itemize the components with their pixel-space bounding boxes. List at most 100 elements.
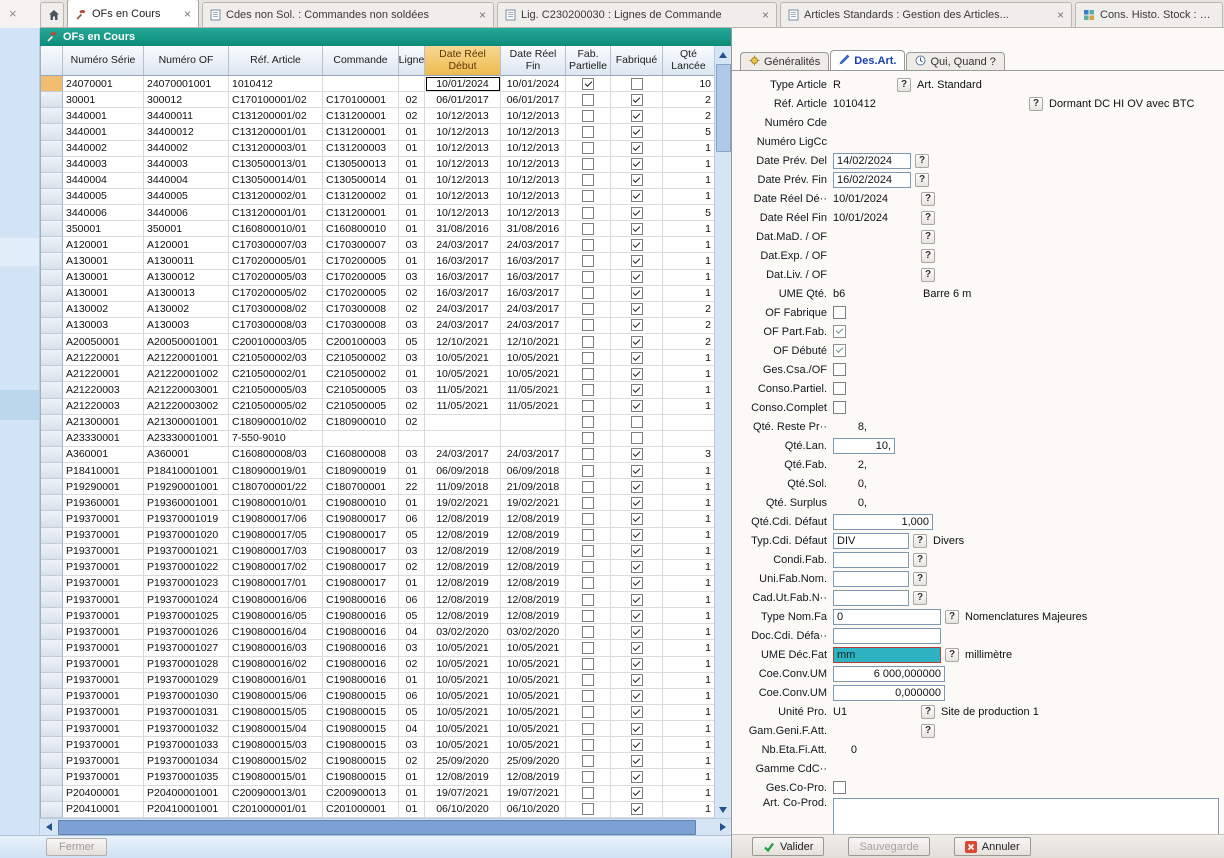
fabrique-checkbox[interactable] <box>631 368 643 380</box>
cell-commande[interactable]: C190800017 <box>323 576 399 592</box>
row-selector-cell[interactable] <box>41 495 63 511</box>
cell-date_fin[interactable]: 19/07/2021 <box>501 786 566 802</box>
cell-fab_partielle[interactable] <box>566 640 611 656</box>
cell-commande[interactable]: C131200001 <box>323 108 399 124</box>
cell-fabrique[interactable] <box>611 576 663 592</box>
cell-commande[interactable]: C190800015 <box>323 705 399 721</box>
cell-ref_article[interactable]: C190800010/01 <box>229 495 323 511</box>
cell-fabrique[interactable] <box>611 108 663 124</box>
cell-date_debut[interactable]: 12/08/2019 <box>425 560 501 576</box>
cell-ligne[interactable]: 03 <box>399 544 425 560</box>
cell-qte_lancee[interactable]: 1 <box>663 286 715 302</box>
cell-numero_serie[interactable]: P18410001 <box>63 463 144 479</box>
cell-numero_of[interactable]: P19370001025 <box>144 608 229 624</box>
cell-date_fin[interactable]: 24/03/2017 <box>501 447 566 463</box>
cell-date_debut[interactable]: 10/12/2013 <box>425 173 501 189</box>
cell-date_debut[interactable] <box>425 415 501 431</box>
cell-date_debut[interactable]: 10/12/2013 <box>425 141 501 157</box>
cell-numero_serie[interactable]: P20400001 <box>63 786 144 802</box>
row-selector-cell[interactable] <box>41 253 63 269</box>
cell-ligne[interactable]: 01 <box>399 463 425 479</box>
cell-numero_of[interactable]: 34400011 <box>144 108 229 124</box>
cell-numero_serie[interactable]: P19370001 <box>63 528 144 544</box>
row-selector-cell[interactable] <box>41 511 63 527</box>
cell-date_debut[interactable]: 11/05/2021 <box>425 399 501 415</box>
cell-fabrique[interactable] <box>611 544 663 560</box>
cell-date_fin[interactable]: 10/01/2024 <box>501 76 566 92</box>
cell-ligne[interactable]: 03 <box>399 737 425 753</box>
cell-date_debut[interactable]: 12/08/2019 <box>425 608 501 624</box>
cell-commande[interactable]: C170200005 <box>323 270 399 286</box>
cell-commande[interactable]: C190800017 <box>323 511 399 527</box>
cell-numero_of[interactable]: P18410001001 <box>144 463 229 479</box>
cell-date_debut[interactable]: 12/08/2019 <box>425 544 501 560</box>
cell-commande[interactable]: C160800010 <box>323 221 399 237</box>
cell-ref_article[interactable]: C190800017/06 <box>229 511 323 527</box>
sauvegarde-button[interactable]: Sauvegarde <box>848 837 929 856</box>
fabrique-checkbox[interactable] <box>631 690 643 702</box>
fabrique-checkbox[interactable] <box>631 78 643 90</box>
cell-qte_lancee[interactable]: 1 <box>663 753 715 769</box>
cell-ref_article[interactable]: C210500002/01 <box>229 366 323 382</box>
scroll-down-button[interactable] <box>715 801 732 818</box>
cell-ref_article[interactable]: C190800015/04 <box>229 721 323 737</box>
tab-ofs-en-cours[interactable]: OFs en Cours× <box>67 0 199 27</box>
cell-numero_serie[interactable]: P19370001 <box>63 657 144 673</box>
cell-fabrique[interactable] <box>611 189 663 205</box>
cell-fab_partielle[interactable] <box>566 334 611 350</box>
cell-numero_serie[interactable]: 3440002 <box>63 141 144 157</box>
cell-fabrique[interactable] <box>611 753 663 769</box>
cell-date_fin[interactable]: 12/08/2019 <box>501 608 566 624</box>
cell-ligne[interactable]: 02 <box>399 302 425 318</box>
cell-ligne[interactable]: 03 <box>399 382 425 398</box>
cell-numero_of[interactable]: P19370001032 <box>144 721 229 737</box>
cell-date_debut[interactable]: 06/10/2020 <box>425 802 501 818</box>
ges-csa-of-checkbox[interactable] <box>833 363 846 376</box>
fab-partielle-checkbox[interactable] <box>582 223 594 235</box>
fabrique-checkbox[interactable] <box>631 755 643 767</box>
cell-qte_lancee[interactable]: 2 <box>663 92 715 108</box>
scroll-up-button[interactable] <box>715 46 732 63</box>
row-selector-cell[interactable] <box>41 576 63 592</box>
cell-ligne[interactable]: 01 <box>399 173 425 189</box>
fabrique-checkbox[interactable] <box>631 481 643 493</box>
cell-date_debut[interactable]: 12/08/2019 <box>425 528 501 544</box>
cell-fab_partielle[interactable] <box>566 673 611 689</box>
cell-commande[interactable]: C190800016 <box>323 657 399 673</box>
fab-partielle-checkbox[interactable] <box>582 529 594 541</box>
cell-fab_partielle[interactable] <box>566 786 611 802</box>
help-button[interactable]: ? <box>1029 97 1043 111</box>
cell-qte_lancee[interactable]: 1 <box>663 689 715 705</box>
cell-fabrique[interactable] <box>611 786 663 802</box>
tab-home[interactable] <box>40 2 64 27</box>
cell-date_fin[interactable]: 24/03/2017 <box>501 237 566 253</box>
cell-commande[interactable]: C170200005 <box>323 253 399 269</box>
cell-commande[interactable]: C190800016 <box>323 608 399 624</box>
cell-numero_of[interactable]: P19370001022 <box>144 560 229 576</box>
cell-numero_of[interactable]: 24070001001 <box>144 76 229 92</box>
fab-partielle-checkbox[interactable] <box>582 336 594 348</box>
fab-partielle-checkbox[interactable] <box>582 771 594 783</box>
tab-close-icon[interactable]: × <box>1053 8 1064 22</box>
cell-fabrique[interactable] <box>611 479 663 495</box>
fab-partielle-checkbox[interactable] <box>582 610 594 622</box>
cell-qte_lancee[interactable]: 2 <box>663 318 715 334</box>
fab-partielle-checkbox[interactable] <box>582 158 594 170</box>
cell-date_fin[interactable] <box>501 431 566 447</box>
help-button[interactable]: ? <box>921 249 935 263</box>
cell-numero_of[interactable]: 350001 <box>144 221 229 237</box>
cell-ligne[interactable]: 02 <box>399 753 425 769</box>
cell-qte_lancee[interactable]: 1 <box>663 673 715 689</box>
cell-fabrique[interactable] <box>611 141 663 157</box>
cell-fabrique[interactable] <box>611 382 663 398</box>
cell-date_fin[interactable]: 12/08/2019 <box>501 769 566 785</box>
cell-ref_article[interactable]: C190800015/02 <box>229 753 323 769</box>
fab-partielle-checkbox[interactable] <box>582 465 594 477</box>
cell-fabrique[interactable] <box>611 463 663 479</box>
conso-complet-checkbox[interactable] <box>833 401 846 414</box>
cell-numero_serie[interactable]: P19370001 <box>63 592 144 608</box>
fabrique-checkbox[interactable] <box>631 706 643 718</box>
cell-numero_of[interactable]: A360001 <box>144 447 229 463</box>
cell-commande[interactable]: C131200001 <box>323 124 399 140</box>
cell-fab_partielle[interactable] <box>566 318 611 334</box>
